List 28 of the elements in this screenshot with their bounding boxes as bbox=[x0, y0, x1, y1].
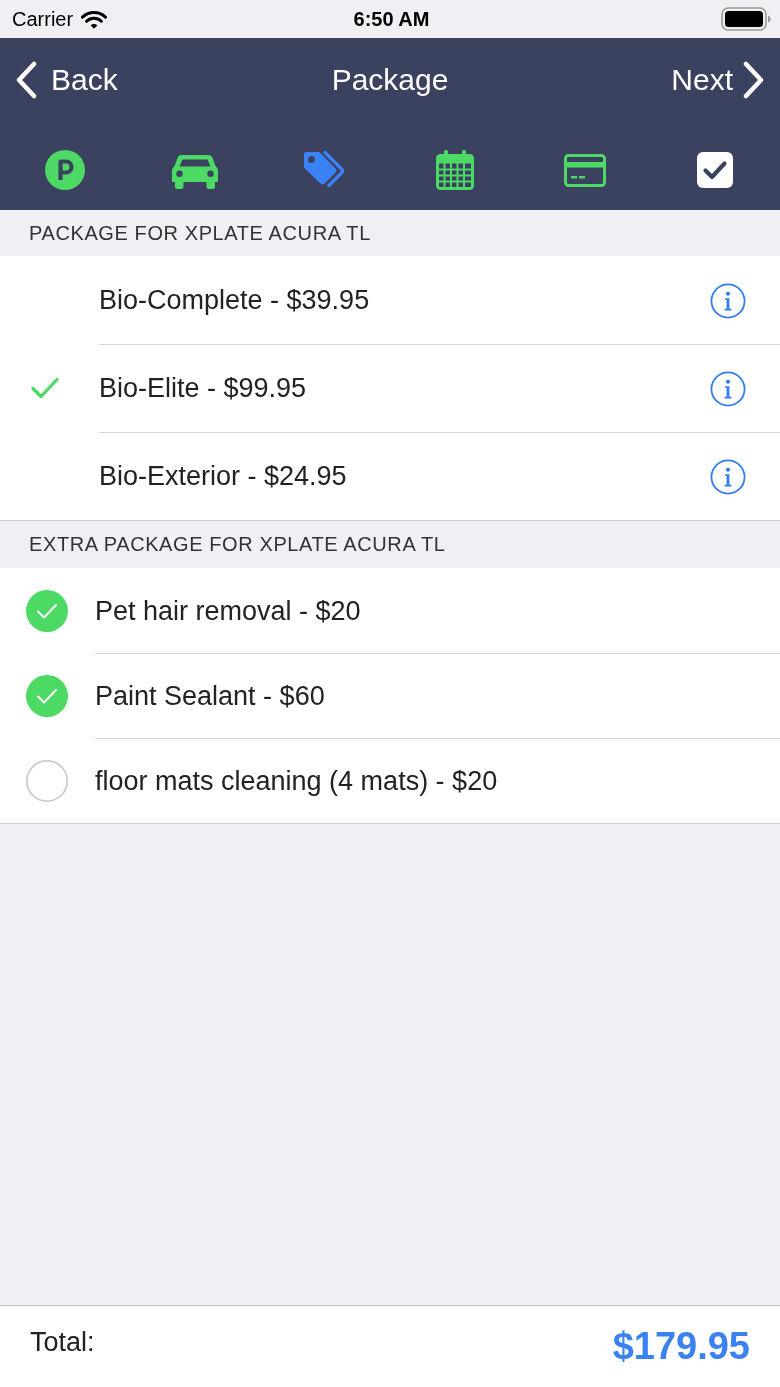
next-chevron-icon bbox=[742, 61, 766, 99]
carrier-label: Carrier bbox=[12, 7, 74, 31]
checkbox[interactable] bbox=[26, 589, 68, 632]
back-button[interactable]: Back bbox=[14, 61, 118, 99]
checkbox[interactable] bbox=[26, 674, 68, 717]
package-label[interactable]: Bio-Complete - $39.95 bbox=[99, 285, 370, 316]
back-chevron-icon bbox=[14, 61, 38, 99]
info-icon[interactable] bbox=[710, 370, 746, 407]
parking-icon[interactable] bbox=[45, 150, 85, 190]
checkbox[interactable] bbox=[26, 759, 68, 802]
info-icon[interactable] bbox=[710, 458, 746, 495]
checkbox-icon[interactable] bbox=[697, 152, 733, 188]
calendar-icon[interactable] bbox=[436, 150, 474, 190]
wifi-icon bbox=[81, 9, 108, 29]
info-icon[interactable] bbox=[710, 282, 746, 319]
total-amount: $179.95 bbox=[612, 1325, 750, 1368]
battery-icon bbox=[721, 7, 771, 31]
total-label: Total: bbox=[30, 1327, 95, 1358]
extra-label[interactable]: Paint Sealant - $60 bbox=[95, 680, 325, 712]
next-button[interactable]: Next bbox=[671, 61, 766, 99]
time-label: 6:50 AM bbox=[353, 7, 430, 31]
extra-label[interactable]: floor mats cleaning (4 mats) - $20 bbox=[95, 765, 498, 797]
package-label[interactable]: Bio-Exterior - $24.95 bbox=[99, 461, 347, 492]
credit-card-icon[interactable] bbox=[564, 153, 606, 187]
tags-icon[interactable] bbox=[303, 151, 347, 189]
screen-title: Package bbox=[331, 63, 449, 97]
package-label[interactable]: Bio-Elite - $99.95 bbox=[99, 373, 307, 404]
extra-label[interactable]: Pet hair removal - $20 bbox=[95, 595, 361, 627]
